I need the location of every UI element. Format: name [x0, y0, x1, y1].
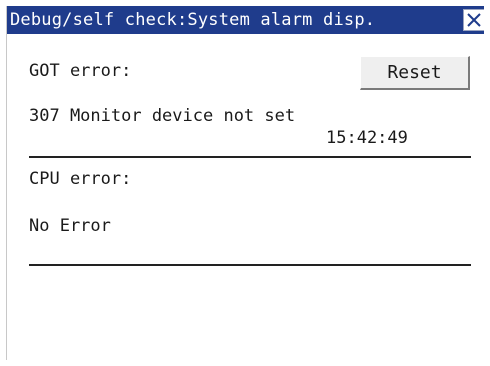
reset-button[interactable]: Reset	[360, 56, 470, 90]
cpu-error-message: No Error	[29, 216, 111, 236]
cpu-section-divider	[29, 264, 471, 266]
close-button[interactable]	[463, 9, 484, 31]
got-error-timestamp: 15:42:49	[326, 128, 408, 148]
window-title: Debug/self check:System alarm disp.	[10, 10, 376, 30]
cpu-error-label: CPU error:	[29, 169, 132, 189]
title-bar: Debug/self check:System alarm disp.	[7, 6, 484, 34]
got-error-label: GOT error:	[29, 61, 132, 81]
got-section-divider	[29, 156, 471, 158]
close-icon	[467, 13, 481, 27]
system-alarm-window: Debug/self check:System alarm disp. GOT …	[6, 6, 484, 360]
got-error-message: 307 Monitor device not set	[29, 106, 296, 126]
